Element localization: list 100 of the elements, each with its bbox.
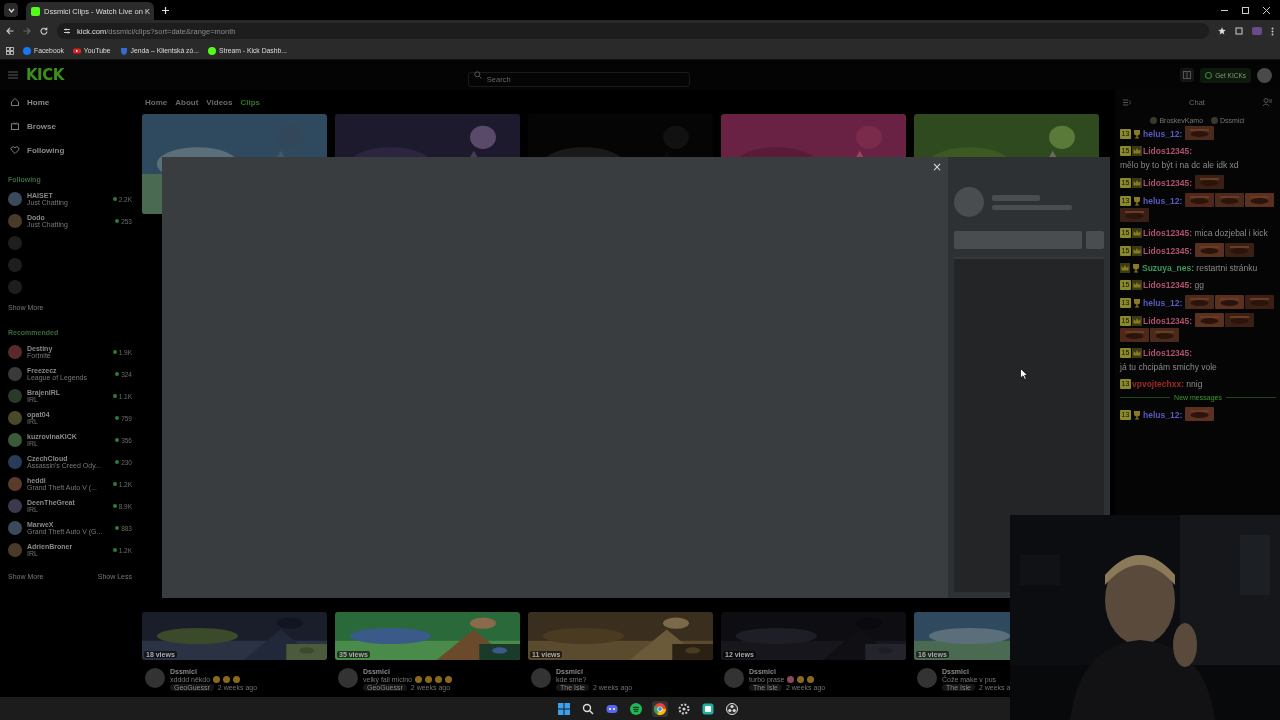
close-button[interactable]: × (931, 162, 942, 172)
nav-item[interactable]: Browse (8, 114, 132, 138)
new-tab-icon[interactable] (162, 6, 169, 14)
chat-username[interactable]: helus_12: (1143, 298, 1183, 308)
crown-badge-icon (1132, 178, 1142, 188)
search-icon (473, 71, 482, 79)
cursor-icon (1020, 368, 1028, 380)
coin-icon (1205, 71, 1213, 79)
forward-icon[interactable] (23, 27, 31, 35)
emote-icon (1214, 193, 1244, 207)
message-text: já tu chcipám smichy vole (1120, 361, 1217, 374)
emote-icon (1214, 295, 1244, 309)
chat-username[interactable]: helus_12: (1143, 129, 1183, 139)
pig-emoji-icon (787, 676, 795, 683)
chat-username[interactable]: vpvojtechxx: (1132, 379, 1184, 389)
emote-icon (1120, 328, 1149, 342)
chat-username[interactable]: Lidos12345: (1143, 348, 1193, 358)
users-icon[interactable] (1263, 98, 1272, 106)
browse-icon (10, 121, 20, 131)
chat-username[interactable]: Lidos12345: (1143, 228, 1193, 238)
live-dot (112, 504, 117, 508)
nav-item[interactable]: Home (8, 90, 132, 114)
live-dot (112, 350, 117, 354)
close-icon[interactable] (1263, 6, 1270, 14)
avatar (8, 367, 22, 381)
live-dot (115, 460, 120, 464)
panel-icon (1183, 71, 1192, 79)
tab-list-button[interactable] (4, 3, 18, 17)
crown-badge-icon (1132, 348, 1142, 358)
apps-icon[interactable] (6, 46, 14, 55)
spotify-icon[interactable] (628, 700, 644, 717)
avatar (8, 521, 22, 535)
chat-username[interactable]: Lidos12345: (1143, 316, 1193, 326)
avatar (8, 236, 22, 250)
trophy-badge-icon (1132, 196, 1142, 206)
channel-tab[interactable]: Videos (206, 97, 233, 107)
chat-toggle-button[interactable] (1180, 68, 1195, 82)
chat-username[interactable]: Lidos12345: (1143, 146, 1193, 156)
crown-badge-icon (1132, 228, 1142, 238)
message-text: nnig (1186, 378, 1203, 391)
chat-username[interactable]: Suzuya_nes: (1142, 263, 1194, 273)
kick-logo[interactable]: KICK (26, 66, 64, 84)
nav-item[interactable]: Following (8, 138, 132, 162)
chat-username[interactable]: Lidos12345: (1143, 178, 1193, 188)
emote-icon (1184, 126, 1214, 140)
emote-icon (1194, 243, 1224, 257)
avatar (8, 499, 22, 513)
chat-username[interactable]: Lidos12345: (1143, 280, 1193, 290)
avatar (8, 192, 22, 206)
back-icon[interactable] (6, 27, 14, 35)
message-text: restartni stránku (1196, 262, 1258, 275)
record-icon[interactable] (724, 700, 740, 717)
facebook-icon (23, 46, 31, 55)
emote-icon (1224, 313, 1254, 327)
windows-icon[interactable] (556, 700, 572, 717)
site-settings-icon[interactable] (63, 27, 71, 35)
chrome-icon[interactable] (652, 700, 668, 717)
caret-icon (7, 7, 15, 13)
extensions-icon[interactable] (1235, 27, 1243, 35)
skeleton-avatar (954, 187, 984, 217)
avatar (8, 214, 22, 228)
message-text: mělo by to být i na dc ale idk xd (1120, 159, 1239, 172)
avatar (1150, 116, 1158, 124)
avatar (8, 345, 22, 359)
avatar (8, 433, 22, 447)
emote-icon (1120, 208, 1149, 222)
live-dot (115, 372, 120, 376)
live-dot (112, 197, 117, 201)
skeleton-line (992, 194, 1040, 201)
crown-badge-icon (1132, 316, 1142, 326)
channel-tab[interactable]: Clips (240, 97, 260, 107)
emote-icon (1244, 193, 1274, 207)
maximize-icon[interactable] (1242, 6, 1249, 14)
emote-icon (1184, 407, 1214, 421)
chat-username[interactable]: helus_12: (1143, 196, 1183, 206)
star-icon[interactable] (1218, 27, 1226, 35)
live-dot (115, 526, 120, 530)
emote-icon (1150, 328, 1179, 342)
crown-badge-icon (1132, 280, 1142, 290)
live-dot (112, 394, 117, 398)
avatar (8, 455, 22, 469)
channel-tab[interactable]: Home (145, 97, 168, 107)
emote-icon (1224, 243, 1254, 257)
kick-icon (31, 6, 40, 16)
trophy-badge-icon (1132, 298, 1142, 308)
crown-badge-icon (1132, 246, 1142, 256)
collapse-icon[interactable] (1123, 98, 1131, 106)
live-dot (115, 416, 120, 420)
chat-username[interactable]: Lidos12345: (1143, 246, 1193, 256)
trophy-badge-icon (1131, 263, 1141, 273)
reload-icon[interactable] (40, 27, 48, 35)
home-icon (10, 97, 20, 107)
channel-tab[interactable]: About (175, 97, 199, 107)
shield-icon (119, 46, 128, 55)
crown-badge-icon (1120, 263, 1130, 273)
chat-username[interactable]: helus_12: (1143, 410, 1183, 420)
menu-icon[interactable] (1271, 26, 1274, 36)
message-text: mica dozjebal i kick (1194, 227, 1268, 240)
avatar (8, 280, 22, 294)
avatar (8, 411, 22, 425)
